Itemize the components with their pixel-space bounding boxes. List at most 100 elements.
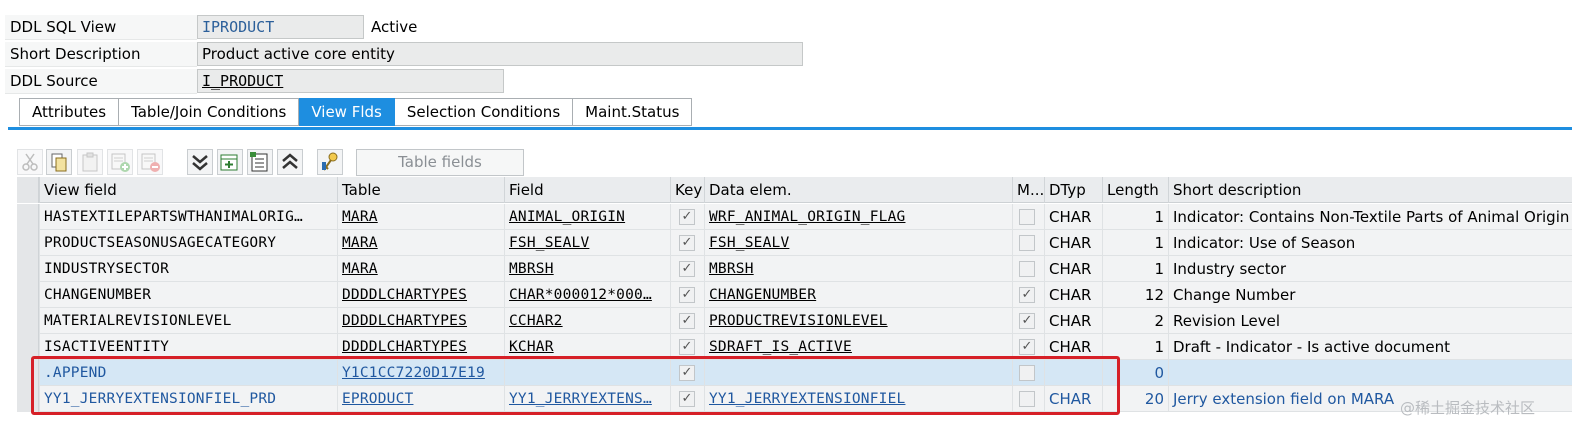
cell-data-elem[interactable]: WRF_ANIMAL_ORIGIN_FLAG — [704, 204, 1012, 230]
short-description-field[interactable]: Product active core entity — [197, 42, 803, 66]
select-fields-icon[interactable] — [247, 149, 273, 175]
col-dtyp[interactable]: DTyp — [1044, 177, 1102, 203]
table-row[interactable]: HASTEXTILEPARTSWTHANIMALORIG… MARA ANIMAL_… — [17, 204, 1572, 230]
key-icon[interactable] — [317, 149, 343, 175]
cell-view-field[interactable]: MATERIALREVISIONLEVEL — [39, 308, 338, 334]
cell-field[interactable]: MBRSH — [504, 256, 670, 282]
key-checkbox[interactable]: ✓ — [679, 339, 695, 355]
key-checkbox[interactable]: ✓ — [679, 261, 695, 277]
ddl-sql-view-label: DDL SQL View — [5, 15, 197, 40]
cell-short-description[interactable]: Revision Level — [1168, 308, 1572, 334]
expand-all-icon[interactable] — [187, 149, 213, 175]
tab-selection-conditions[interactable]: Selection Conditions — [394, 98, 574, 126]
cell-key: ✓ — [670, 256, 704, 282]
ddl-source-field[interactable]: I_PRODUCT — [197, 69, 504, 93]
cell-data-elem[interactable]: CHANGENUMBER — [704, 282, 1012, 308]
cell-view-field[interactable]: PRODUCTSEASONUSAGECATEGORY — [39, 230, 338, 256]
cell-length[interactable]: 1 — [1102, 230, 1168, 256]
key-checkbox[interactable]: ✓ — [679, 235, 695, 251]
cell-table[interactable]: DDDDLCHARTYPES — [337, 282, 504, 308]
cell-dtyp[interactable]: CHAR — [1044, 282, 1102, 308]
cell-length[interactable]: 1 — [1102, 204, 1168, 230]
table-row[interactable]: PRODUCTSEASONUSAGECATEGORY MARA FSH_SEALV ✓… — [17, 230, 1572, 256]
highlight-box — [31, 356, 1120, 415]
cell-short-description[interactable]: Indicator: Contains Non-Textile Parts of… — [1168, 204, 1572, 230]
cell-short-description[interactable]: Change Number — [1168, 282, 1572, 308]
table-fields-button[interactable]: Table fields — [356, 149, 524, 176]
table-row[interactable]: CHANGENUMBER DDDDLCHARTYPES CHAR*000012*00… — [17, 282, 1572, 308]
paste-icon[interactable] — [77, 149, 103, 175]
col-short-description[interactable]: Short description — [1168, 177, 1572, 203]
cell-field[interactable]: CHAR*000012*000… — [504, 282, 670, 308]
cell-key: ✓ — [670, 230, 704, 256]
row-selector[interactable] — [17, 282, 39, 308]
col-key[interactable]: Key — [670, 177, 704, 203]
cell-mod — [1012, 230, 1044, 256]
row-selector[interactable] — [17, 256, 39, 282]
tab-attributes[interactable]: Attributes — [19, 98, 120, 126]
cell-key: ✓ — [670, 308, 704, 334]
key-checkbox[interactable]: ✓ — [679, 313, 695, 329]
cell-table[interactable]: MARA — [337, 204, 504, 230]
cell-short-description[interactable]: Indicator: Use of Season — [1168, 230, 1572, 256]
tab-maint-status[interactable]: Maint.Status — [573, 98, 693, 126]
cell-view-field[interactable]: INDUSTRYSECTOR — [39, 256, 338, 282]
col-data-elem[interactable]: Data elem. — [704, 177, 1012, 203]
tab-view-flds[interactable]: View Flds — [299, 98, 395, 126]
cell-field[interactable]: FSH_SEALV — [504, 230, 670, 256]
cell-short-description[interactable] — [1168, 360, 1572, 386]
cell-length[interactable]: 1 — [1102, 256, 1168, 282]
ddl-source-label: DDL Source — [5, 69, 197, 94]
mod-checkbox[interactable] — [1019, 235, 1035, 251]
key-checkbox[interactable]: ✓ — [679, 287, 695, 303]
col-mod[interactable]: M... — [1012, 177, 1044, 203]
cell-length[interactable]: 12 — [1102, 282, 1168, 308]
col-view-field[interactable]: View field — [39, 177, 338, 203]
tab-table-join-conditions[interactable]: Table/Join Conditions — [119, 98, 300, 126]
cell-dtyp[interactable]: CHAR — [1044, 204, 1102, 230]
mod-checkbox[interactable]: ✓ — [1019, 287, 1035, 303]
cell-data-elem[interactable]: FSH_SEALV — [704, 230, 1012, 256]
row-selector[interactable] — [17, 308, 39, 334]
cell-field[interactable]: CCHAR2 — [504, 308, 670, 334]
cell-table[interactable]: MARA — [337, 230, 504, 256]
cell-view-field[interactable]: CHANGENUMBER — [39, 282, 338, 308]
key-checkbox[interactable]: ✓ — [679, 209, 695, 225]
mod-checkbox[interactable] — [1019, 209, 1035, 225]
cell-data-elem[interactable]: MBRSH — [704, 256, 1012, 282]
row-selector[interactable] — [17, 204, 39, 230]
tab-underline — [8, 127, 1572, 130]
select-all-cell[interactable] — [17, 177, 39, 203]
row-selector[interactable] — [17, 230, 39, 256]
table-row[interactable]: INDUSTRYSECTOR MARA MBRSH ✓ MBRSH CHAR 1 Indust… — [17, 256, 1572, 282]
table-row[interactable]: MATERIALREVISIONLEVEL DDDDLCHARTYPES CCHAR… — [17, 308, 1572, 334]
mod-checkbox[interactable] — [1019, 261, 1035, 277]
insert-field-icon[interactable] — [217, 149, 243, 175]
cell-table[interactable]: DDDDLCHARTYPES — [337, 308, 504, 334]
tab-strip: Attributes Table/Join Conditions View Fl… — [19, 98, 693, 126]
col-table[interactable]: Table — [337, 177, 504, 203]
cell-dtyp[interactable]: CHAR — [1044, 230, 1102, 256]
cell-data-elem[interactable]: PRODUCTREVISIONLEVEL — [704, 308, 1012, 334]
cell-length[interactable]: 2 — [1102, 308, 1168, 334]
cell-dtyp[interactable]: CHAR — [1044, 256, 1102, 282]
cell-short-description[interactable]: Industry sector — [1168, 256, 1572, 282]
cell-mod: ✓ — [1012, 282, 1044, 308]
cell-dtyp[interactable]: CHAR — [1044, 308, 1102, 334]
cell-view-field[interactable]: HASTEXTILEPARTSWTHANIMALORIG… — [39, 204, 338, 230]
cell-field[interactable]: ANIMAL_ORIGIN — [504, 204, 670, 230]
mod-checkbox[interactable]: ✓ — [1019, 313, 1035, 329]
col-field[interactable]: Field — [504, 177, 670, 203]
ddl-sql-view-field[interactable]: IPRODUCT — [197, 15, 364, 39]
cut-icon[interactable] — [17, 149, 43, 175]
cell-mod: ✓ — [1012, 308, 1044, 334]
cell-table[interactable]: MARA — [337, 256, 504, 282]
collapse-all-icon[interactable] — [277, 149, 303, 175]
delete-row-icon[interactable] — [137, 149, 163, 175]
col-length[interactable]: Length — [1102, 177, 1168, 203]
mod-checkbox[interactable]: ✓ — [1019, 339, 1035, 355]
status-text: Active — [371, 18, 418, 36]
copy-icon[interactable] — [46, 149, 72, 175]
cell-short-description[interactable]: Draft - Indicator - Is active document — [1168, 334, 1572, 360]
insert-row-icon[interactable] — [107, 149, 133, 175]
